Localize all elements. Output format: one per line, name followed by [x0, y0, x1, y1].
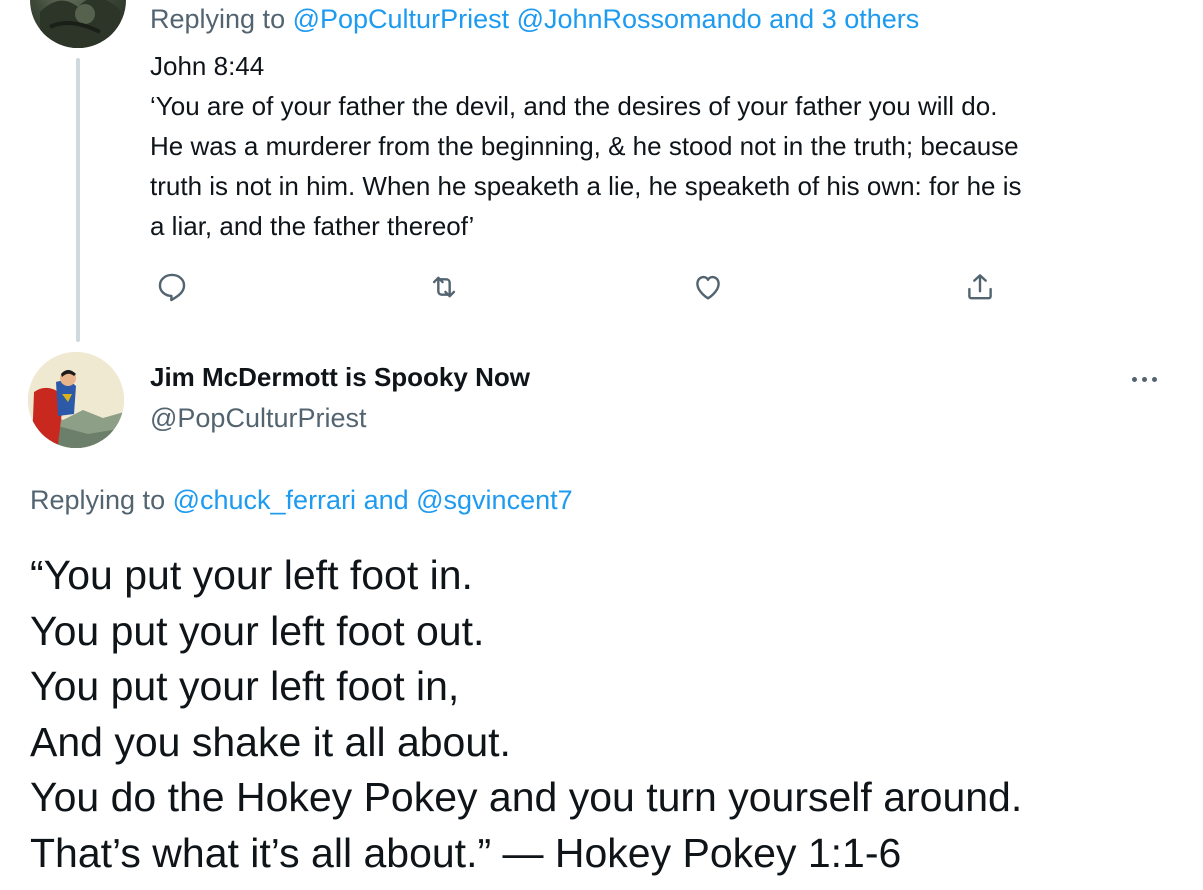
replying-to-mentions-link[interactable]: @PopCulturPriest @JohnRossomando — [293, 4, 762, 34]
previous-tweet-line: He was a murderer from the beginning, & … — [150, 131, 1019, 161]
heart-icon — [696, 275, 720, 300]
retweet-button[interactable] — [425, 268, 463, 306]
author-avatar[interactable] — [28, 352, 124, 448]
replying-to-user-link[interactable]: @chuck_ferrari — [173, 485, 356, 515]
replying-to-others-link[interactable]: and 3 others — [762, 4, 919, 34]
main-tweet-replying-to: Replying to @chuck_ferrari and @sgvincen… — [30, 485, 573, 516]
more-icon — [1131, 376, 1137, 382]
replying-to-label: Replying to — [150, 4, 293, 34]
more-icon — [1141, 376, 1147, 382]
previous-tweet-text: John 8:44 ‘You are of your father the de… — [150, 46, 1180, 246]
replying-to-user-link[interactable]: @sgvincent7 — [416, 485, 573, 515]
reply-button[interactable] — [153, 268, 191, 306]
share-button[interactable] — [961, 268, 999, 306]
retweet-icon — [432, 276, 456, 298]
previous-tweet-action-bar — [0, 268, 1203, 308]
share-icon — [968, 274, 992, 300]
author-display-name[interactable]: Jim McDermott is Spooky Now — [150, 362, 530, 393]
main-tweet-text: “You put your left foot in. You put your… — [30, 548, 1190, 881]
replying-to-and: and — [356, 485, 417, 515]
main-tweet-line: And you shake it all about. — [30, 718, 511, 765]
main-tweet-line: You do the Hokey Pokey and you turn your… — [30, 774, 1023, 820]
previous-tweet-replying-to: Replying to @PopCulturPriest @JohnRossom… — [150, 4, 919, 35]
previous-tweet-line: ‘You are of your father the devil, and t… — [150, 91, 998, 121]
reply-icon — [158, 273, 186, 302]
previous-tweet-line: John 8:44 — [150, 51, 265, 81]
replying-to-label: Replying to — [30, 485, 173, 515]
main-tweet-line: “You put your left foot in. — [30, 552, 473, 598]
main-tweet-line: You put your left foot out. — [30, 607, 485, 654]
main-tweet-line: That’s what it’s all about.” — Hokey Pok… — [30, 829, 902, 876]
more-icon — [1151, 376, 1157, 382]
main-tweet-line: You put your left foot in, — [30, 663, 460, 709]
author-handle[interactable]: @PopCulturPriest — [150, 403, 367, 434]
like-button[interactable] — [689, 268, 727, 306]
previous-tweet-line: truth is not in him. When he speaketh a … — [150, 171, 1022, 201]
more-options-button[interactable] — [1124, 366, 1164, 392]
previous-tweet-avatar[interactable] — [30, 0, 126, 48]
previous-tweet-line: a liar, and the father thereof’ — [150, 211, 475, 241]
